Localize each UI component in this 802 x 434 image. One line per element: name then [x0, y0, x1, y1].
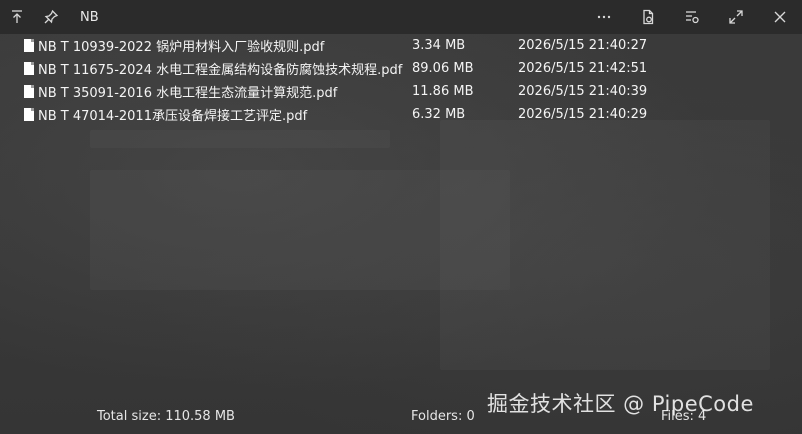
- file-icon: [24, 108, 34, 121]
- title-bar: NB: [0, 0, 802, 34]
- open-file-icon[interactable]: [626, 0, 670, 34]
- file-name: NB T 47014-2011承压设备焊接工艺评定.pdf: [38, 109, 308, 124]
- file-list: NB T 10939-2022 锅炉用材料入厂验收规则.pdf 3.34 MB …: [20, 34, 780, 126]
- list-item[interactable]: NB T 10939-2022 锅炉用材料入厂验收规则.pdf 3.34 MB …: [20, 34, 780, 57]
- background-blur: [440, 120, 770, 370]
- list-item[interactable]: NB T 11675-2024 水电工程金属结构设备防腐蚀技术规程.pdf 89…: [20, 57, 780, 80]
- file-icon: [24, 85, 34, 98]
- file-list-window: NB NB T 10939-2022 锅炉用材料入厂验收规则.pdf 3.34: [0, 0, 802, 434]
- file-icon: [24, 39, 34, 52]
- file-name: NB T 10939-2022 锅炉用材料入厂验收规则.pdf: [38, 40, 325, 55]
- list-item[interactable]: NB T 35091-2016 水电工程生态流量计算规范.pdf 11.86 M…: [20, 80, 780, 103]
- file-modified: 2026/5/15 21:42:51: [518, 61, 648, 76]
- background-blur: [90, 130, 390, 148]
- filter-icon[interactable]: [670, 0, 714, 34]
- expand-icon[interactable]: [714, 0, 758, 34]
- pin-top-icon[interactable]: [0, 0, 34, 34]
- file-modified: 2026/5/15 21:40:29: [518, 107, 648, 122]
- pushpin-icon[interactable]: [34, 0, 68, 34]
- file-icon: [24, 62, 34, 75]
- file-name: NB T 35091-2016 水电工程生态流量计算规范.pdf: [38, 86, 338, 101]
- folders-count: Folders: 0: [411, 409, 475, 424]
- list-item[interactable]: NB T 47014-2011承压设备焊接工艺评定.pdf 6.32 MB 20…: [20, 103, 780, 126]
- file-size: 6.32 MB: [412, 107, 466, 122]
- file-modified: 2026/5/15 21:40:39: [518, 84, 648, 99]
- window-title: NB: [80, 9, 99, 25]
- file-modified: 2026/5/15 21:40:27: [518, 38, 648, 53]
- file-size: 3.34 MB: [412, 38, 466, 53]
- file-name: NB T 11675-2024 水电工程金属结构设备防腐蚀技术规程.pdf: [38, 63, 403, 78]
- file-size: 89.06 MB: [412, 61, 474, 76]
- file-size: 11.86 MB: [412, 84, 474, 99]
- more-icon[interactable]: [582, 0, 626, 34]
- close-icon[interactable]: [758, 0, 802, 34]
- total-size-label: Total size: 110.58 MB: [97, 409, 235, 424]
- files-count: Files: 4: [661, 409, 707, 424]
- status-bar: Total size: 110.58 MB Folders: 0 Files: …: [0, 404, 802, 430]
